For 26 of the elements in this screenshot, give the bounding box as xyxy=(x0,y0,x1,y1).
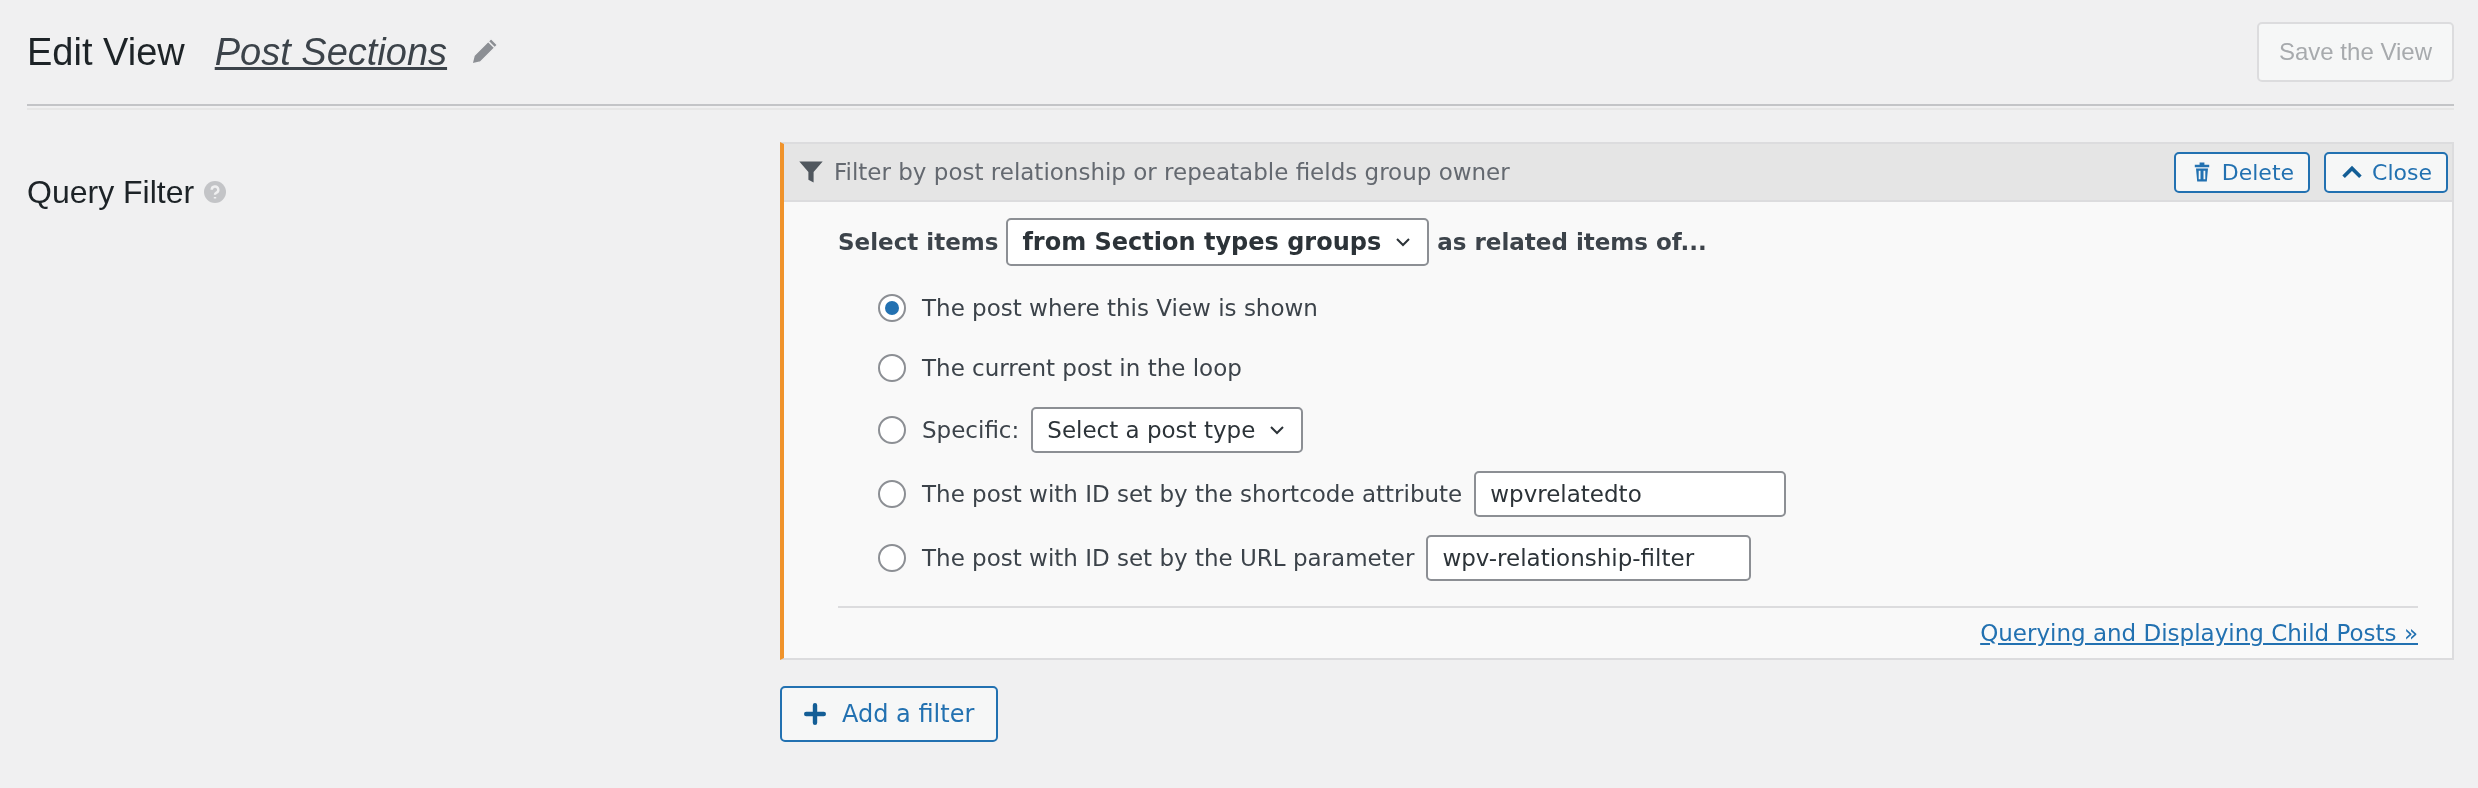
option-label: The post with ID set by the shortcode attribute xyxy=(922,481,1463,507)
radio-button[interactable] xyxy=(878,544,906,572)
add-filter-button[interactable]: Add a filter xyxy=(780,686,999,742)
filter-title: Filter by post relationship or repeatable fields group owner xyxy=(834,159,1510,185)
radio-button[interactable] xyxy=(878,480,906,508)
select-label: Select items xyxy=(838,229,999,255)
page-title: Edit View xyxy=(27,30,185,74)
funnel-icon xyxy=(798,159,824,185)
option-label: Specific: xyxy=(922,417,1020,443)
view-name[interactable]: Post Sections xyxy=(214,30,448,74)
radio-button[interactable] xyxy=(878,294,906,322)
help-link[interactable]: Querying and Displaying Child Posts » xyxy=(1980,620,2418,646)
delete-button[interactable]: Delete xyxy=(2173,151,2311,193)
select-suffix: as related items of... xyxy=(1437,229,1707,255)
option-label: The current post in the loop xyxy=(922,355,1242,381)
text-field[interactable]: wpvrelatedto xyxy=(1474,471,1787,517)
option-label: The post where this View is shown xyxy=(922,295,1318,321)
items-dropdown[interactable]: from Section types groups xyxy=(1006,218,1430,266)
radio-button[interactable] xyxy=(878,416,906,444)
close-button[interactable]: Close xyxy=(2324,151,2448,193)
post-type-dropdown[interactable]: Select a post type xyxy=(1031,407,1304,453)
plus-icon xyxy=(804,703,826,725)
option-label: The post with ID set by the URL parameter xyxy=(922,545,1415,571)
text-field[interactable]: wpv-relationship-filter xyxy=(1426,535,1752,581)
section-label: Query Filter xyxy=(27,173,195,211)
radio-button[interactable] xyxy=(878,354,906,382)
